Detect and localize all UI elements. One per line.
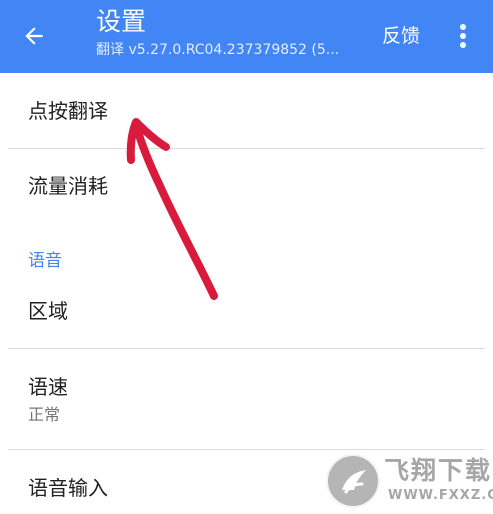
more-vert-icon: [460, 24, 466, 48]
settings-item-region[interactable]: 区域: [0, 282, 493, 348]
overflow-menu-button[interactable]: [448, 18, 478, 54]
settings-item-label: 流量消耗: [28, 174, 108, 198]
app-bar: 设置 翻译 v5.27.0.RC04.237379852 (5... 反馈: [0, 0, 493, 73]
settings-item-value: 正常: [28, 405, 61, 424]
settings-item-tap-to-translate[interactable]: 点按翻译: [0, 73, 493, 149]
settings-screen: 设置 翻译 v5.27.0.RC04.237379852 (5... 反馈 点按…: [0, 0, 493, 514]
app-version-subtitle: 翻译 v5.27.0.RC04.237379852 (5...: [96, 42, 340, 58]
back-button[interactable]: [14, 16, 54, 56]
settings-item-label: 区域: [28, 299, 68, 323]
settings-item-voice-input[interactable]: 语音输入: [0, 450, 493, 514]
arrow-left-icon: [25, 27, 43, 45]
settings-item-label: 语速: [28, 375, 68, 399]
page-title: 设置: [96, 7, 147, 36]
settings-item-speech-rate[interactable]: 语速 正常: [0, 349, 493, 449]
feedback-button[interactable]: 反馈: [382, 22, 420, 50]
settings-item-label: 语音输入: [28, 476, 108, 500]
settings-item-label: 点按翻译: [28, 99, 108, 123]
section-header-voice: 语音: [28, 251, 62, 271]
settings-item-data-usage[interactable]: 流量消耗: [0, 149, 493, 225]
title-block: 设置 翻译 v5.27.0.RC04.237379852 (5...: [96, 6, 366, 60]
